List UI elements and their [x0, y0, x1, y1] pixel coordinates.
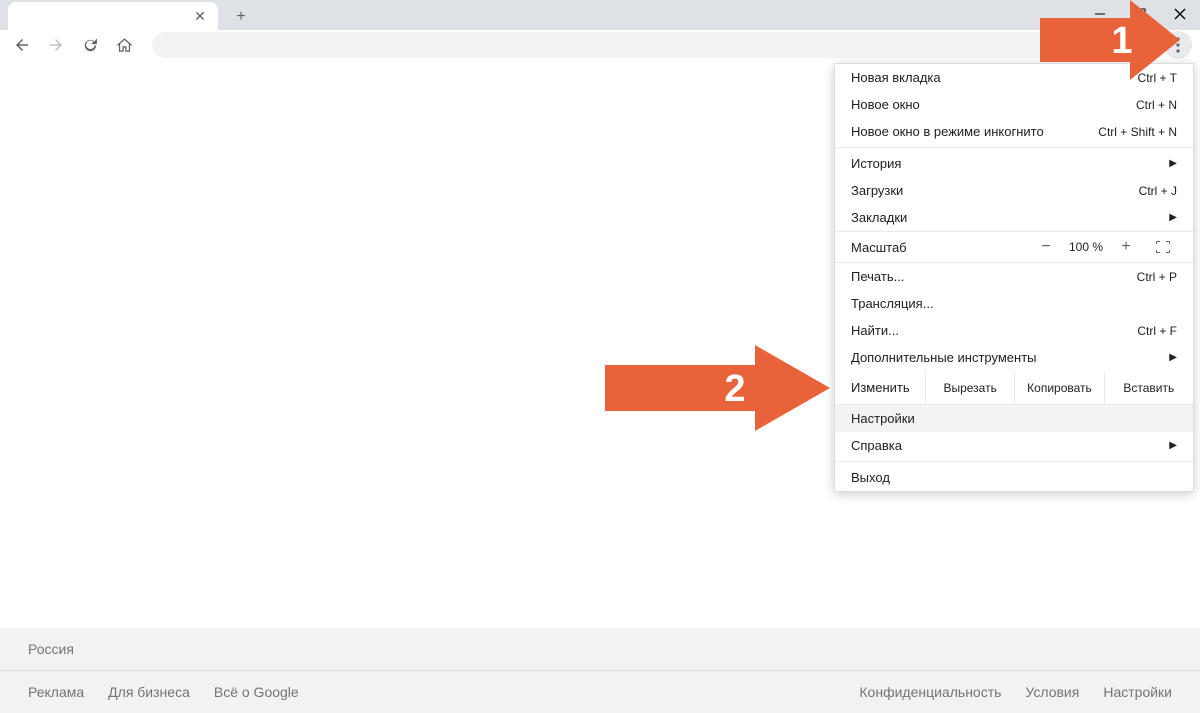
- main-menu-dropdown: Новая вкладка Ctrl + T Новое окно Ctrl +…: [834, 63, 1194, 492]
- reload-button[interactable]: [76, 31, 104, 59]
- footer-links-left: Реклама Для бизнеса Всё о Google: [28, 684, 299, 700]
- cut-button[interactable]: Вырезать: [925, 371, 1014, 404]
- menu-item-history[interactable]: История ▶: [835, 150, 1193, 177]
- menu-edit-row: Изменить Вырезать Копировать Вставить: [835, 371, 1193, 405]
- zoom-in-button[interactable]: +: [1111, 234, 1141, 260]
- tab[interactable]: ✕: [8, 2, 218, 30]
- footer-link-business[interactable]: Для бизнеса: [108, 684, 190, 700]
- fullscreen-button[interactable]: [1149, 235, 1177, 259]
- zoom-label: Масштаб: [851, 240, 1031, 255]
- submenu-arrow-icon: ▶: [1169, 212, 1177, 223]
- menu-item-help[interactable]: Справка ▶: [835, 432, 1193, 459]
- submenu-arrow-icon: ▶: [1169, 440, 1177, 451]
- footer-links-row: Реклама Для бизнеса Всё о Google Конфиде…: [0, 671, 1200, 713]
- zoom-out-button[interactable]: −: [1031, 234, 1061, 260]
- menu-item-downloads[interactable]: Загрузки Ctrl + J: [835, 177, 1193, 204]
- menu-label: Дополнительные инструменты: [851, 350, 1037, 365]
- menu-shortcut: Ctrl + Shift + N: [1098, 125, 1177, 139]
- menu-shortcut: Ctrl + F: [1137, 324, 1177, 338]
- menu-label: Настройки: [851, 411, 915, 426]
- menu-item-bookmarks[interactable]: Закладки ▶: [835, 204, 1193, 231]
- menu-item-more-tools[interactable]: Дополнительные инструменты ▶: [835, 344, 1193, 371]
- annotation-number: 1: [1111, 20, 1132, 62]
- menu-item-settings[interactable]: Настройки: [835, 405, 1193, 432]
- browser-chrome: ✕ +: [0, 0, 1200, 60]
- forward-button[interactable]: [42, 31, 70, 59]
- menu-item-cast[interactable]: Трансляция...: [835, 290, 1193, 317]
- menu-label: Новое окно: [851, 97, 920, 112]
- menu-shortcut: Ctrl + J: [1139, 184, 1177, 198]
- url-bar[interactable]: [152, 32, 1120, 58]
- menu-item-new-window[interactable]: Новое окно Ctrl + N: [835, 91, 1193, 118]
- menu-item-incognito[interactable]: Новое окно в режиме инкогнито Ctrl + Shi…: [835, 118, 1193, 145]
- submenu-arrow-icon: ▶: [1169, 158, 1177, 169]
- menu-shortcut: Ctrl + P: [1137, 270, 1177, 284]
- footer-link-about[interactable]: Всё о Google: [214, 684, 299, 700]
- footer-link-terms[interactable]: Условия: [1025, 684, 1079, 700]
- menu-separator: [835, 147, 1193, 148]
- menu-label: Загрузки: [851, 183, 903, 198]
- menu-item-find[interactable]: Найти... Ctrl + F: [835, 317, 1193, 344]
- copy-button[interactable]: Копировать: [1014, 371, 1103, 404]
- menu-label: Новое окно в режиме инкогнито: [851, 124, 1044, 139]
- paste-button[interactable]: Вставить: [1104, 371, 1193, 404]
- tab-close-icon[interactable]: ✕: [192, 8, 208, 24]
- footer: Россия Реклама Для бизнеса Всё о Google …: [0, 628, 1200, 713]
- fullscreen-icon: [1156, 241, 1170, 253]
- menu-item-print[interactable]: Печать... Ctrl + P: [835, 263, 1193, 290]
- submenu-arrow-icon: ▶: [1169, 352, 1177, 363]
- footer-link-privacy[interactable]: Конфиденциальность: [859, 684, 1001, 700]
- home-button[interactable]: [110, 31, 138, 59]
- footer-country: Россия: [0, 628, 1200, 671]
- menu-label: История: [851, 156, 901, 171]
- tab-strip: ✕ +: [0, 0, 1200, 30]
- menu-label: Печать...: [851, 269, 904, 284]
- zoom-value: 100 %: [1061, 240, 1111, 254]
- new-tab-button[interactable]: +: [228, 4, 254, 30]
- menu-item-exit[interactable]: Выход: [835, 464, 1193, 491]
- menu-label: Закладки: [851, 210, 907, 225]
- annotation-number: 2: [724, 368, 745, 410]
- menu-label: Новая вкладка: [851, 70, 941, 85]
- menu-shortcut: Ctrl + N: [1136, 98, 1177, 112]
- menu-label: Справка: [851, 438, 902, 453]
- footer-link-ads[interactable]: Реклама: [28, 684, 84, 700]
- edit-label: Изменить: [835, 371, 925, 404]
- menu-label: Трансляция...: [851, 296, 934, 311]
- menu-zoom-row: Масштаб − 100 % +: [835, 231, 1193, 263]
- back-button[interactable]: [8, 31, 36, 59]
- footer-links-right: Конфиденциальность Условия Настройки: [859, 684, 1172, 700]
- annotation-arrow-2: 2: [605, 345, 830, 431]
- menu-label: Выход: [851, 470, 890, 485]
- toolbar: [0, 30, 1200, 60]
- annotation-arrow-1: 1: [1040, 0, 1180, 80]
- menu-separator: [835, 461, 1193, 462]
- footer-link-settings[interactable]: Настройки: [1103, 684, 1172, 700]
- menu-label: Найти...: [851, 323, 899, 338]
